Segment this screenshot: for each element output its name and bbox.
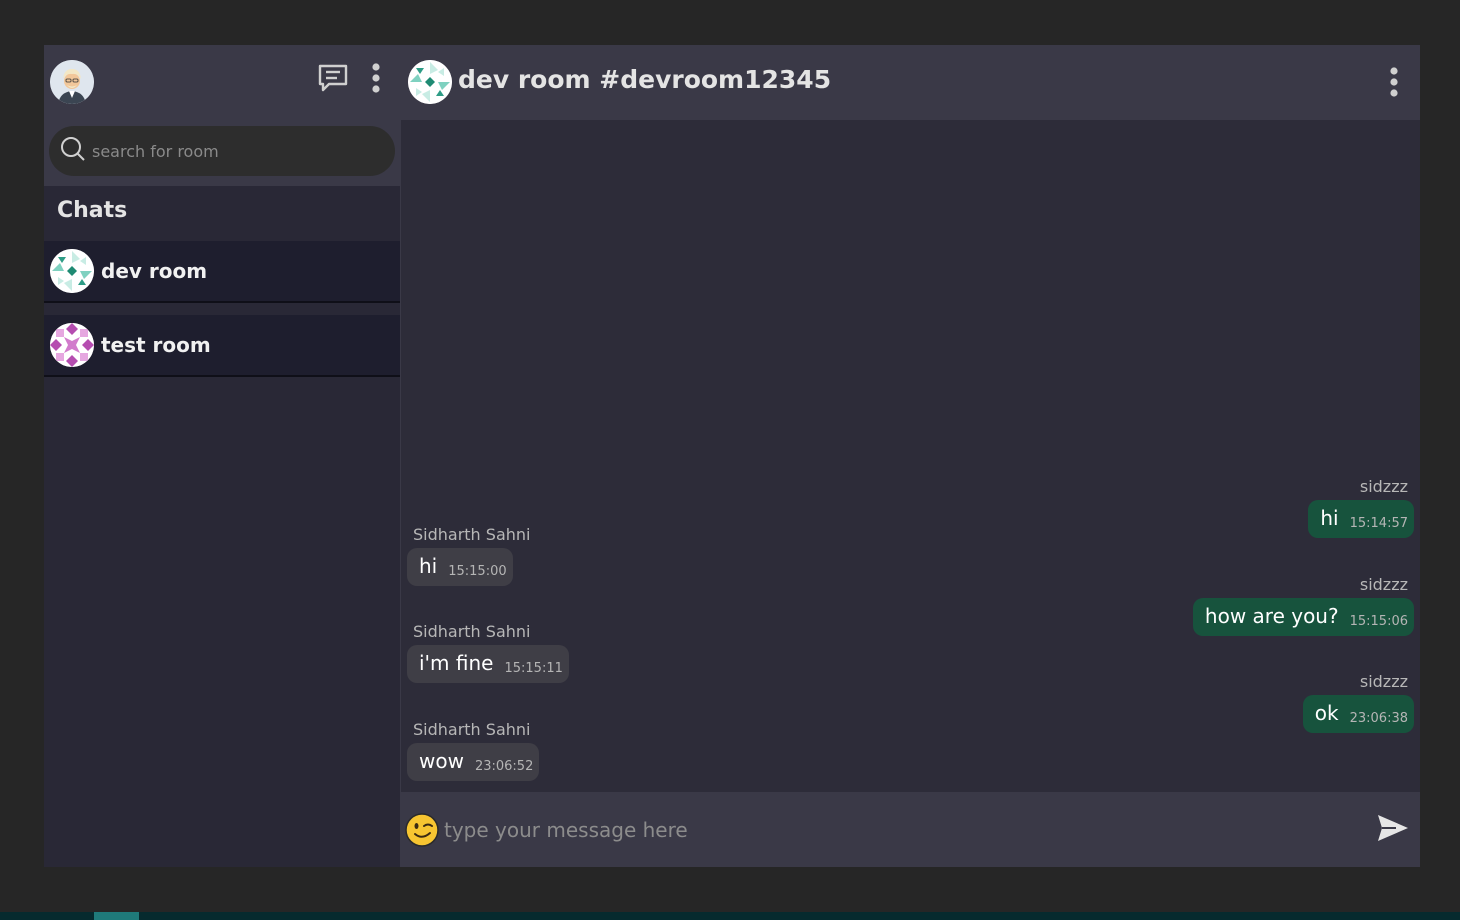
message-time: 23:06:52 [474, 759, 534, 774]
message-sender: sidzzz [1359, 672, 1408, 691]
search-box [49, 126, 395, 176]
message-sender: sidzzz [1359, 477, 1408, 496]
message-text: hi [1320, 506, 1339, 530]
message-bubble: hi 15:14:57 [1308, 500, 1414, 538]
message-text: how are you? [1204, 604, 1339, 628]
send-button[interactable] [1376, 811, 1410, 849]
message-time: 15:15:11 [504, 661, 563, 676]
message-bubble: hi 15:15:00 [407, 548, 513, 586]
search-icon [60, 136, 86, 166]
room-name: test room [101, 333, 211, 357]
message-sender: Sidharth Sahni [413, 525, 531, 544]
chat-app: Chats dev room [44, 45, 1420, 867]
message-sender: Sidharth Sahni [413, 720, 531, 739]
chat-title: dev room #devroom12345 [458, 65, 832, 94]
message-received: Sidharth Sahni i'm fine 15:15:11 [407, 622, 569, 683]
search-input[interactable] [92, 141, 372, 161]
new-chat-button[interactable] [316, 61, 350, 99]
message-text: wow [419, 749, 464, 773]
message-bubble: ok 23:06:38 [1302, 695, 1414, 733]
message-text: i'm fine [419, 651, 494, 675]
message-input[interactable] [444, 817, 1376, 842]
wink-emoji-icon [405, 812, 439, 851]
chat-header: dev room #devroom12345 [401, 45, 1420, 120]
taskbar-active-item[interactable] [94, 912, 139, 920]
message-sent: sidzzz ok 23:06:38 [1302, 672, 1414, 733]
message-time: 15:15:00 [448, 564, 507, 579]
search-bar [44, 120, 400, 186]
chat-bubble-icon [316, 61, 350, 99]
message-received: Sidharth Sahni hi 15:15:00 [407, 525, 530, 586]
message-sent: sidzzz hi 15:14:57 [1308, 477, 1414, 538]
message-list: sidzzz hi 15:14:57 Sidharth Sahni hi 15:… [401, 120, 1420, 792]
sidebar-menu-button[interactable] [370, 61, 382, 99]
message-bubble: how are you? 15:15:06 [1192, 598, 1414, 636]
message-composer [401, 792, 1420, 867]
room-avatar[interactable] [408, 60, 452, 104]
message-time: 15:15:06 [1349, 614, 1408, 629]
more-vertical-icon [370, 61, 382, 99]
user-avatar[interactable] [50, 60, 94, 104]
message-sender: sidzzz [1359, 575, 1408, 594]
message-time: 23:06:38 [1349, 711, 1408, 726]
message-text: hi [419, 554, 438, 578]
more-vertical-icon [1388, 65, 1400, 103]
message-text: ok [1314, 701, 1339, 725]
room-item-test-room[interactable]: test room [44, 315, 400, 377]
message-time: 15:14:57 [1349, 516, 1408, 531]
send-icon [1376, 814, 1410, 849]
message-bubble: i'm fine 15:15:11 [407, 645, 569, 683]
room-name: dev room [101, 259, 208, 283]
chats-heading: Chats [57, 198, 128, 223]
emoji-button[interactable] [405, 812, 439, 847]
sidebar: Chats dev room [44, 45, 401, 867]
chat-menu-button[interactable] [1388, 65, 1400, 103]
room-avatar [50, 249, 94, 293]
sidebar-header [44, 45, 400, 120]
message-received: Sidharth Sahni wow 23:06:52 [407, 720, 540, 781]
room-avatar [50, 323, 94, 367]
room-item-dev-room[interactable]: dev room [44, 241, 400, 303]
taskbar [0, 912, 1460, 920]
message-bubble: wow 23:06:52 [407, 743, 540, 781]
message-sent: sidzzz how are you? 15:15:06 [1192, 575, 1414, 636]
chat-panel: dev room #devroom12345 sidzzz hi 15:14:5… [401, 45, 1420, 867]
message-sender: Sidharth Sahni [413, 622, 531, 641]
